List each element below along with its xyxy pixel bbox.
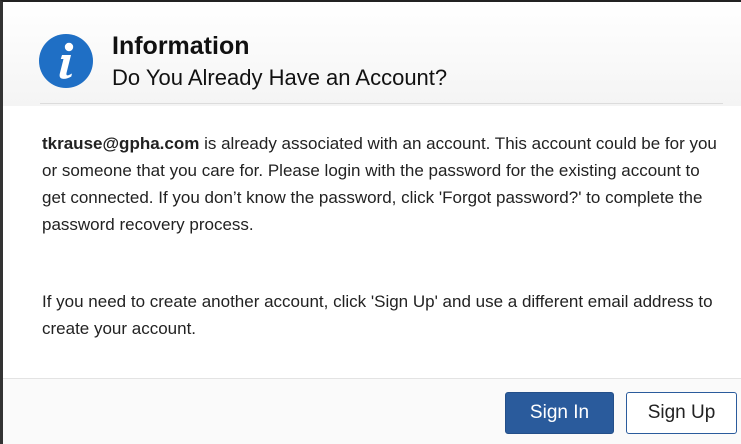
dialog-subtitle: Do You Already Have an Account?	[112, 65, 448, 90]
sign-in-button[interactable]: Sign In	[505, 392, 614, 434]
header-divider	[40, 103, 723, 104]
sign-up-button[interactable]: Sign Up	[626, 392, 737, 434]
dialog-title: Information	[112, 32, 250, 60]
message-paragraph-2: If you need to create another account, c…	[42, 292, 713, 338]
account-email: tkrause@gpha.com	[42, 134, 200, 153]
message-paragraph-1: tkrause@gpha.com is already associated w…	[42, 130, 722, 238]
message-body: tkrause@gpha.com is already associated w…	[42, 130, 722, 238]
info-icon	[39, 34, 93, 88]
